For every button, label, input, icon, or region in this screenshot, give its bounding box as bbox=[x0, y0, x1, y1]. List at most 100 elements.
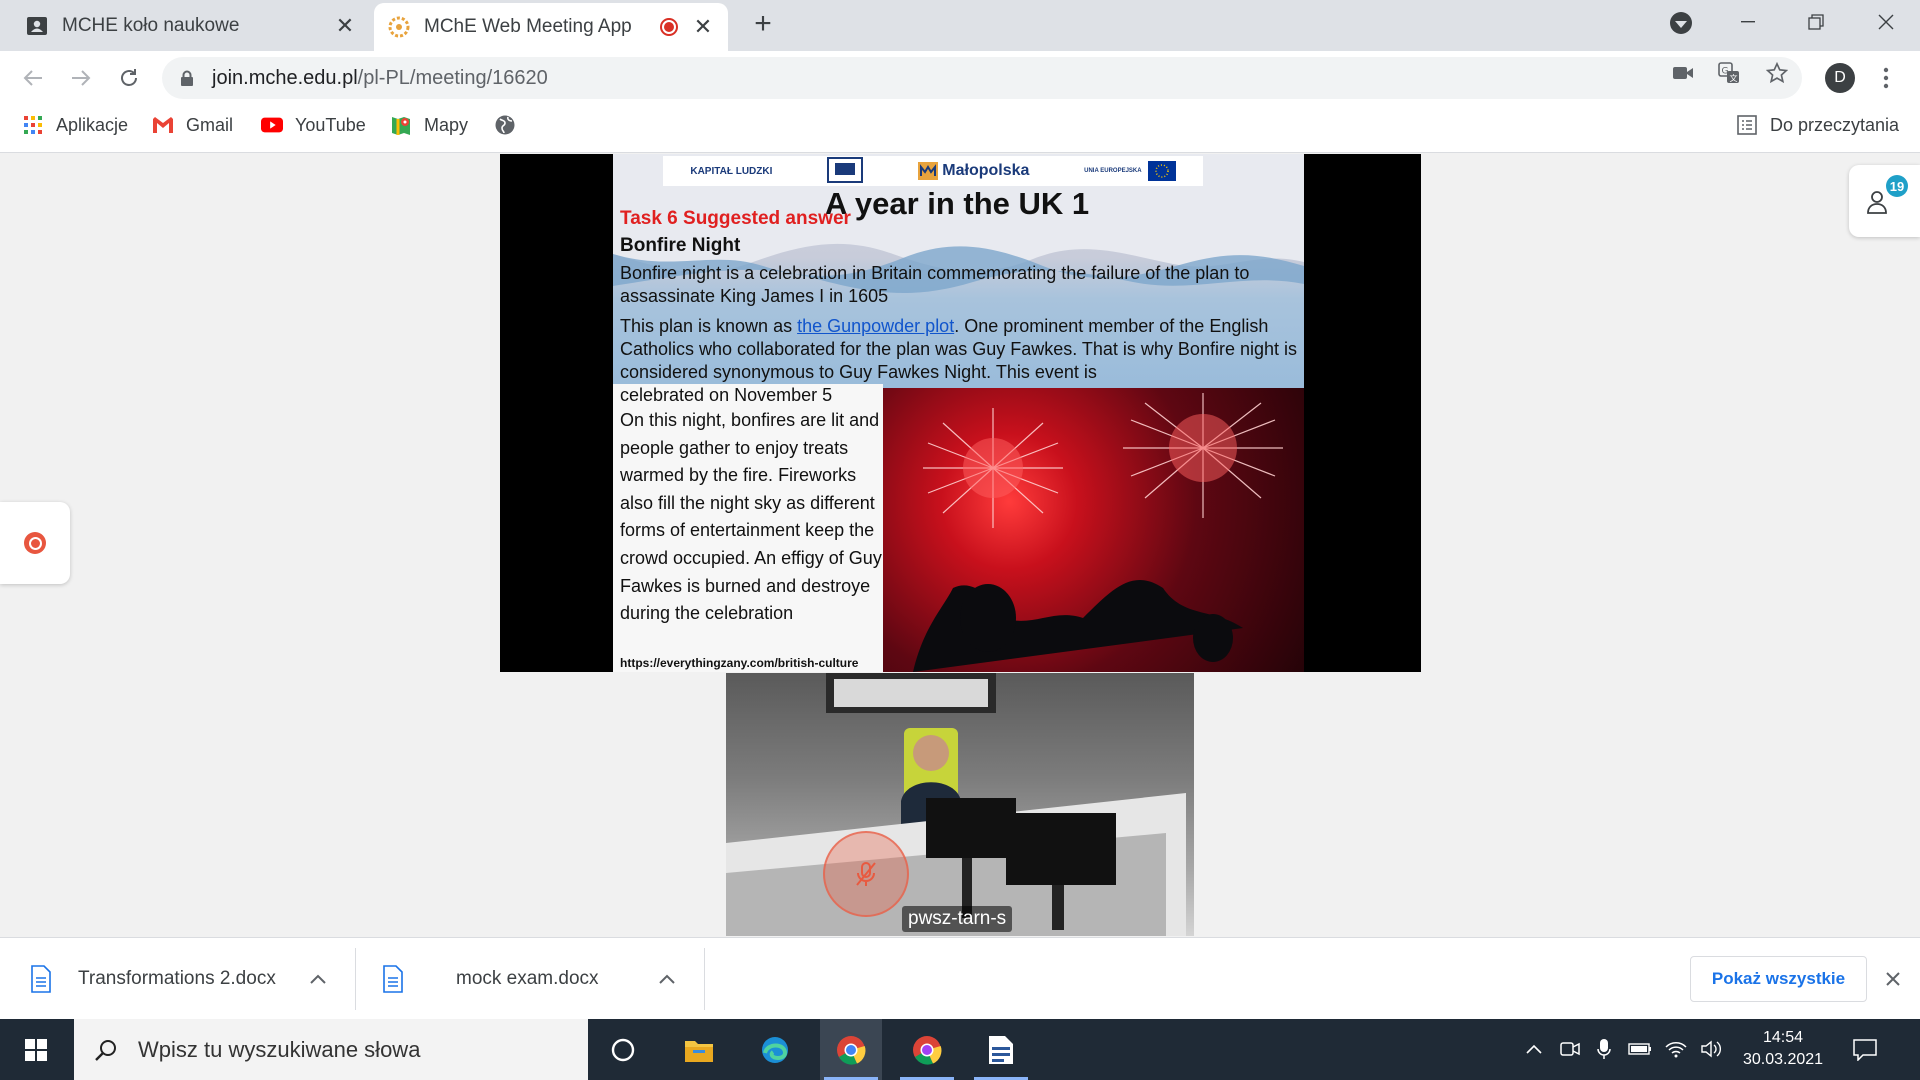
start-button[interactable] bbox=[0, 1019, 72, 1080]
recording-control[interactable] bbox=[0, 502, 70, 584]
svg-text:文: 文 bbox=[1730, 73, 1738, 83]
bookmark-apps[interactable]: Aplikacje bbox=[22, 105, 128, 145]
bookmark-gmail[interactable]: Gmail bbox=[152, 105, 233, 145]
camera-in-use-icon[interactable] bbox=[1670, 60, 1696, 86]
close-tab-icon[interactable]: ✕ bbox=[692, 14, 714, 39]
minimize-window-button[interactable] bbox=[1720, 0, 1776, 44]
translate-icon[interactable]: G文 bbox=[1716, 60, 1742, 86]
download-filename: Transformations 2.docx bbox=[78, 968, 276, 989]
volume-icon[interactable] bbox=[1700, 1037, 1724, 1061]
windows-logo-icon bbox=[25, 1038, 47, 1061]
document-icon bbox=[382, 965, 404, 993]
left-column-text: On this night, bonfires are lit and peop… bbox=[620, 410, 882, 624]
tab-search-icon[interactable] bbox=[1670, 12, 1692, 34]
download-item[interactable]: Transformations 2.docx bbox=[30, 938, 276, 1020]
reload-button[interactable] bbox=[114, 63, 144, 93]
action-center-icon[interactable] bbox=[1850, 1035, 1880, 1065]
taskbar-word[interactable] bbox=[970, 1019, 1032, 1080]
browser-menu-icon[interactable] bbox=[1876, 63, 1896, 93]
tab-mche-kolo[interactable]: MCHE koło naukowe ✕ bbox=[12, 0, 370, 51]
taskbar-file-explorer[interactable] bbox=[668, 1019, 730, 1080]
search-placeholder: Wpisz tu wyszukiwane słowa bbox=[138, 1036, 421, 1062]
microphone-icon[interactable] bbox=[1592, 1037, 1616, 1061]
participants-count-badge: 19 bbox=[1886, 175, 1908, 197]
participants-button[interactable]: 19 bbox=[1849, 165, 1920, 237]
taskbar-chrome-profile[interactable] bbox=[896, 1019, 958, 1080]
browser-toolbar: join.mche.edu.pl/pl-PL/meeting/16620 G文 … bbox=[0, 51, 1920, 105]
clock-date: 30.03.2021 bbox=[1742, 1051, 1824, 1068]
recording-indicator-icon bbox=[660, 18, 678, 36]
document-icon bbox=[30, 965, 52, 993]
search-icon bbox=[94, 1038, 118, 1062]
tab-mche-web-meeting[interactable]: MChE Web Meeting App ✕ bbox=[374, 3, 728, 51]
slide-title: A year in the UK 1 bbox=[825, 186, 1090, 221]
screen-share: KAPITAŁ LUDZKI Małopolska UNIA EUROPEJSK… bbox=[500, 154, 1421, 672]
back-button[interactable] bbox=[18, 63, 48, 93]
fireworks-photo bbox=[883, 388, 1304, 672]
bookmark-youtube[interactable]: YouTube bbox=[261, 105, 366, 145]
cortana-button[interactable] bbox=[592, 1019, 654, 1080]
taskbar-edge[interactable] bbox=[744, 1019, 806, 1080]
malopolska-logo: Małopolska bbox=[917, 161, 1029, 180]
clock-time: 14:54 bbox=[1762, 1029, 1804, 1046]
meeting-favicon-icon bbox=[26, 15, 48, 37]
divider bbox=[704, 948, 705, 1010]
paragraph-3-overlay: celebrated on November 5 bbox=[620, 385, 833, 405]
divider bbox=[355, 948, 356, 1010]
taskbar-search[interactable]: Wpisz tu wyszukiwane słowa bbox=[74, 1019, 588, 1080]
gmail-icon bbox=[152, 114, 174, 136]
wifi-icon[interactable] bbox=[1664, 1037, 1688, 1061]
bookmark-star-icon[interactable] bbox=[1764, 60, 1790, 86]
cortana-icon bbox=[611, 1038, 635, 1061]
lock-icon bbox=[180, 70, 194, 86]
folder-icon bbox=[685, 1040, 713, 1062]
tab-title: MCHE koło naukowe bbox=[62, 14, 240, 36]
kapital-ludzki-logo: KAPITAŁ LUDZKI bbox=[690, 165, 773, 177]
reading-list[interactable]: Do przeczytania bbox=[1736, 105, 1899, 145]
meeting-area: KAPITAŁ LUDZKI Małopolska UNIA EUROPEJSK… bbox=[0, 154, 1920, 937]
battery-icon[interactable] bbox=[1628, 1037, 1652, 1061]
presentation-slide: KAPITAŁ LUDZKI Małopolska UNIA EUROPEJSK… bbox=[613, 154, 1304, 672]
meet-now-icon[interactable] bbox=[1558, 1037, 1582, 1061]
bookmark-globe[interactable] bbox=[494, 105, 528, 145]
chevron-up-icon[interactable] bbox=[657, 969, 677, 989]
eu-logo: UNIA EUROPEJSKA bbox=[1084, 161, 1176, 181]
show-hidden-icons-chevron-icon[interactable] bbox=[1522, 1037, 1546, 1061]
paragraph-2: This plan is known as the Gunpowder plot… bbox=[620, 316, 1297, 382]
tab-strip: MCHE koło naukowe ✕ MChE Web Meeting App… bbox=[0, 0, 1920, 51]
address-bar[interactable]: join.mche.edu.pl/pl-PL/meeting/16620 bbox=[162, 57, 1802, 99]
new-tab-button[interactable]: + bbox=[748, 9, 778, 40]
globe-icon bbox=[494, 114, 516, 136]
bookmarks-bar: Aplikacje Gmail YouTube Mapy Do przeczyt… bbox=[0, 105, 1920, 153]
restore-window-button[interactable] bbox=[1788, 0, 1844, 44]
mche-app-favicon-icon bbox=[388, 16, 410, 38]
download-item[interactable]: mock exam.docx bbox=[382, 938, 599, 1020]
system-clock[interactable]: 14:54 30.03.2021 bbox=[1738, 1027, 1828, 1071]
bookmark-maps[interactable]: Mapy bbox=[390, 105, 468, 145]
download-shelf: Transformations 2.docx mock exam.docx Po… bbox=[0, 937, 1920, 1019]
record-icon bbox=[24, 532, 46, 554]
close-tab-icon[interactable]: ✕ bbox=[334, 13, 356, 38]
task-heading: Task 6 Suggested answer bbox=[620, 208, 851, 229]
close-window-button[interactable] bbox=[1858, 0, 1914, 44]
chrome-icon bbox=[837, 1035, 866, 1065]
show-all-downloads-button[interactable]: Pokaż wszystkie bbox=[1690, 956, 1867, 1002]
slide-subtitle: Bonfire Night bbox=[620, 235, 741, 256]
chevron-up-icon[interactable] bbox=[308, 969, 328, 989]
download-filename: mock exam.docx bbox=[456, 968, 599, 989]
close-download-shelf-icon[interactable] bbox=[1880, 966, 1906, 992]
download-item-chevron-wrap bbox=[657, 938, 677, 1020]
apps-grid-icon bbox=[22, 114, 44, 136]
video-scene bbox=[726, 673, 1186, 936]
forward-button[interactable] bbox=[66, 63, 96, 93]
reading-list-icon bbox=[1736, 114, 1758, 136]
taskbar-chrome[interactable] bbox=[820, 1019, 882, 1080]
download-item-chevron-wrap bbox=[308, 938, 328, 1020]
tab-title: MChE Web Meeting App bbox=[424, 16, 632, 37]
participant-name-label: pwsz-tarn-s bbox=[902, 906, 1013, 932]
source-url: https://everythingzany.com/british-cultu… bbox=[620, 656, 859, 670]
chrome-profile-icon bbox=[913, 1035, 942, 1065]
sponsor-logos: KAPITAŁ LUDZKI Małopolska UNIA EUROPEJSK… bbox=[663, 156, 1203, 186]
profile-avatar[interactable]: D bbox=[1825, 63, 1855, 93]
gunpowder-plot-link[interactable]: the Gunpowder plot bbox=[797, 316, 954, 336]
